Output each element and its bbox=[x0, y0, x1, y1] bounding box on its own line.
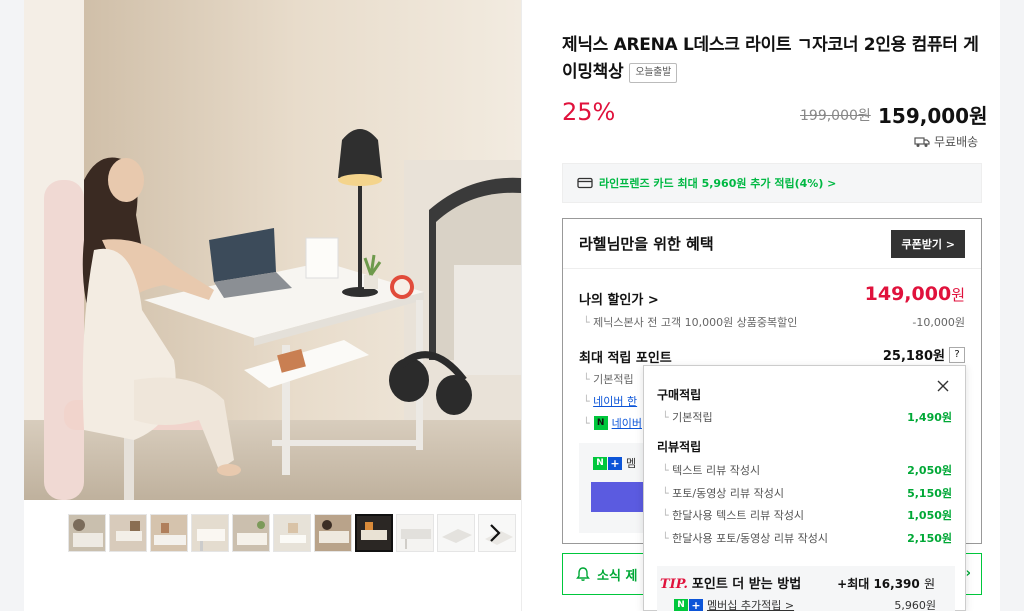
chevron-right-icon: › bbox=[965, 566, 971, 581]
thumbnail-active[interactable] bbox=[355, 514, 393, 552]
review-points-row: 포토/동영상 리뷰 작성시 5,150원 bbox=[662, 485, 952, 501]
help-icon[interactable]: ? bbox=[949, 346, 965, 363]
tip-heading: TIP. 포인트 더 받는 방법 bbox=[660, 573, 801, 592]
review-row-value: 5,150원 bbox=[907, 487, 952, 500]
sub-discount-text: 제닉스본사 전 고객 10,000원 상품중복할인 bbox=[593, 316, 798, 329]
tip-max-unit: 원 bbox=[923, 577, 935, 591]
sub-discount-value: -10,000원 bbox=[912, 316, 965, 329]
my-discount-link[interactable]: 나의 할인가 > bbox=[579, 289, 659, 308]
get-coupon-button[interactable]: 쿠폰받기 > bbox=[891, 229, 965, 258]
naver-pay-icon: N bbox=[593, 416, 608, 430]
review-points-row: 한달사용 텍스트 리뷰 작성시 1,050원 bbox=[662, 507, 952, 523]
sub-discount-label: └ 제닉스본사 전 고객 10,000원 상품중복할인 bbox=[583, 316, 798, 329]
product-title-text: 제닉스 ARENA L데스크 라이트 ㄱ자코너 2인용 컴퓨터 게이밍책상 bbox=[562, 35, 979, 82]
thumbnail[interactable] bbox=[68, 514, 106, 552]
purchase-row-value: 1,490원 bbox=[907, 411, 952, 424]
card-promo-text: 라인프렌즈 카드 최대 5,960원 추가 적립(4%) > bbox=[599, 177, 837, 190]
store-news-text: 소식 제 bbox=[597, 568, 638, 584]
review-row-label: 텍스트 리뷰 작성시 bbox=[662, 462, 760, 478]
membership-extra-value: 5,960원 bbox=[894, 599, 936, 611]
thumbnail[interactable] bbox=[437, 514, 475, 552]
credit-card-icon bbox=[577, 177, 593, 189]
membership-text: 멤 bbox=[626, 457, 637, 470]
purchase-row-label: 기본적립 bbox=[662, 409, 712, 425]
naver-points-row[interactable]: └ 네이버 한 bbox=[583, 393, 637, 409]
right-gutter bbox=[1000, 0, 1024, 611]
tip-max-amount: +최대 16,390 bbox=[837, 577, 920, 591]
shipping-info: 무료배송 bbox=[914, 133, 978, 150]
thumbnail[interactable] bbox=[150, 514, 188, 552]
same-day-shipping-badge: 오늘출발 bbox=[629, 63, 677, 83]
original-price: 199,000원 bbox=[800, 108, 871, 124]
bell-icon bbox=[576, 567, 590, 581]
purchase-points-row: 기본적립 1,490원 bbox=[662, 409, 952, 425]
chevron-right-icon[interactable] bbox=[486, 522, 504, 544]
thumbnail[interactable] bbox=[191, 514, 229, 552]
membership-row: N + 멤 bbox=[593, 455, 636, 471]
thumbnail[interactable] bbox=[396, 514, 434, 552]
my-discount-amount: 149,000 bbox=[864, 283, 952, 305]
tip-title: 포인트 더 받는 방법 bbox=[691, 577, 802, 592]
membership-extra-label[interactable]: N + 멤버십 추가적립 > bbox=[674, 597, 794, 611]
membership-join-button[interactable] bbox=[591, 482, 651, 512]
basic-points-row: └ 기본적립 bbox=[583, 373, 634, 386]
review-row-value: 2,150원 bbox=[907, 532, 952, 545]
tip-max-points: +최대 16,390 원 bbox=[837, 575, 935, 592]
membership-extra-row[interactable]: N + 멤버십 추가적립 > 5,960원 bbox=[674, 597, 936, 611]
benefit-header: 라헬님만을 위한 혜택 쿠폰받기 > bbox=[563, 219, 981, 269]
review-row-value: 2,050원 bbox=[907, 464, 952, 477]
left-gutter bbox=[0, 0, 24, 611]
shipping-text: 무료배송 bbox=[934, 135, 979, 149]
thumbnail[interactable] bbox=[273, 514, 311, 552]
max-points-amount: 25,180원 bbox=[882, 349, 945, 364]
tip-label: TIP. bbox=[660, 577, 688, 592]
review-row-label: 한달사용 텍스트 리뷰 작성시 bbox=[662, 507, 804, 523]
review-row-label: 포토/동영상 리뷰 작성시 bbox=[662, 485, 784, 501]
review-points-title: 리뷰적립 bbox=[657, 440, 702, 454]
sale-price: 159,000원 bbox=[878, 104, 988, 128]
review-row-value: 1,050원 bbox=[907, 509, 952, 522]
thumbnail[interactable] bbox=[109, 514, 147, 552]
thumbnail-strip bbox=[68, 514, 516, 552]
review-points-row: 텍스트 리뷰 작성시 2,050원 bbox=[662, 462, 952, 478]
max-points-label: 최대 적립 포인트 bbox=[579, 351, 672, 366]
thumbnail[interactable] bbox=[314, 514, 352, 552]
review-points-row: 한달사용 포토/동영상 리뷰 작성시 2,150원 bbox=[662, 530, 952, 546]
purchase-points-title: 구매적립 bbox=[657, 388, 702, 402]
basic-points-label: 기본적립 bbox=[593, 373, 634, 386]
my-discount-unit: 원 bbox=[951, 286, 965, 304]
benefit-title: 라헬님만을 위한 혜택 bbox=[579, 235, 714, 253]
product-page: 제닉스 ARENA L데스크 라이트 ㄱ자코너 2인용 컴퓨터 게이밍책상 오늘출… bbox=[0, 0, 1024, 611]
points-detail-popup: 구매적립 기본적립 1,490원 리뷰적립 텍스트 리뷰 작성시 2,050원 … bbox=[643, 365, 966, 611]
product-title: 제닉스 ARENA L데스크 라이트 ㄱ자코너 2인용 컴퓨터 게이밍책상 오늘출… bbox=[562, 32, 987, 86]
review-row-label: 한달사용 포토/동영상 리뷰 작성시 bbox=[662, 530, 828, 546]
naver-plus-icon: N + bbox=[593, 456, 622, 470]
discount-rate: 25% bbox=[562, 98, 616, 126]
naver-pay-link[interactable]: 네이버 bbox=[612, 415, 642, 431]
membership-extra-link[interactable]: 멤버십 추가적립 > bbox=[707, 597, 794, 611]
main-product-photo[interactable] bbox=[24, 0, 521, 500]
naver-plus-icon: N + bbox=[674, 598, 703, 611]
max-points-value: 25,180원? bbox=[883, 345, 965, 364]
divider bbox=[521, 0, 522, 611]
truck-icon bbox=[914, 136, 930, 147]
my-discount-price: 149,000원 bbox=[865, 283, 965, 305]
card-promo-bar[interactable]: 라인프렌즈 카드 최대 5,960원 추가 적립(4%) > bbox=[562, 163, 982, 203]
naver-pay-row[interactable]: └ N 네이버 bbox=[583, 415, 642, 431]
thumbnail[interactable] bbox=[232, 514, 270, 552]
naver-points-link[interactable]: 네이버 한 bbox=[593, 395, 637, 408]
close-icon[interactable] bbox=[935, 378, 951, 394]
